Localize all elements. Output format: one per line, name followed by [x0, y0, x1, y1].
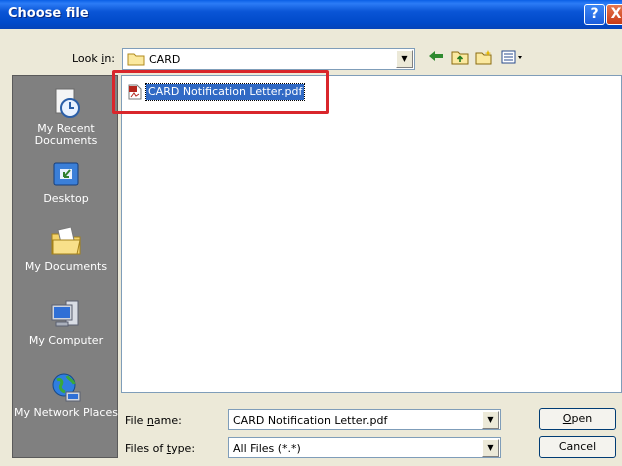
place-label: My Documents — [24, 260, 108, 273]
close-button[interactable]: X — [606, 4, 622, 25]
look-in-value: CARD — [149, 53, 181, 66]
views-menu-icon[interactable] — [501, 49, 525, 67]
title-bar: Choose file ? X — [0, 0, 622, 29]
file-type-value: All Files (*.*) — [233, 442, 301, 455]
up-folder-icon[interactable] — [451, 49, 469, 67]
places-bar: My Recent Documents Desktop My Documents… — [12, 75, 118, 458]
recent-documents-icon — [55, 88, 80, 118]
cancel-button[interactable]: Cancel — [539, 436, 616, 458]
place-label: My Recent Documents — [34, 122, 98, 147]
highlight-annotation — [112, 70, 329, 114]
place-desktop[interactable]: Desktop — [13, 160, 119, 205]
look-in-dropdown[interactable]: CARD ▼ — [122, 48, 415, 70]
my-computer-icon — [51, 300, 79, 327]
look-in-label: Look in: — [72, 52, 116, 65]
file-name-value: CARD Notification Letter.pdf — [233, 414, 388, 427]
file-type-select[interactable]: All Files (*.*) ▼ — [228, 437, 501, 458]
place-label: Desktop — [43, 192, 89, 205]
my-documents-icon — [51, 226, 81, 255]
file-name-input[interactable]: CARD Notification Letter.pdf ▼ — [228, 409, 501, 430]
chevron-down-icon[interactable]: ▼ — [482, 439, 499, 457]
file-name-label: File name: — [125, 414, 182, 427]
back-arrow-icon[interactable] — [427, 49, 445, 67]
open-button[interactable]: Open — [539, 408, 616, 430]
file-list[interactable]: CARD Notification Letter.pdf — [121, 75, 622, 393]
network-places-icon — [52, 373, 81, 402]
place-label: My Network Places — [14, 406, 118, 419]
file-type-label: Files of type: — [125, 442, 196, 455]
place-my-documents[interactable]: My Documents — [13, 224, 119, 273]
place-my-network-places[interactable]: My Network Places — [13, 370, 119, 419]
window-title: Choose file — [8, 6, 89, 21]
place-my-recent-documents[interactable]: My Recent Documents — [13, 86, 119, 147]
place-label: My Computer — [28, 334, 104, 347]
chevron-down-icon[interactable]: ▼ — [482, 411, 499, 429]
desktop-icon — [53, 162, 79, 186]
new-folder-icon[interactable] — [475, 49, 493, 67]
help-button[interactable]: ? — [584, 4, 605, 25]
folder-icon — [127, 53, 145, 66]
chevron-down-icon[interactable]: ▼ — [396, 50, 413, 68]
place-my-computer[interactable]: My Computer — [13, 298, 119, 347]
